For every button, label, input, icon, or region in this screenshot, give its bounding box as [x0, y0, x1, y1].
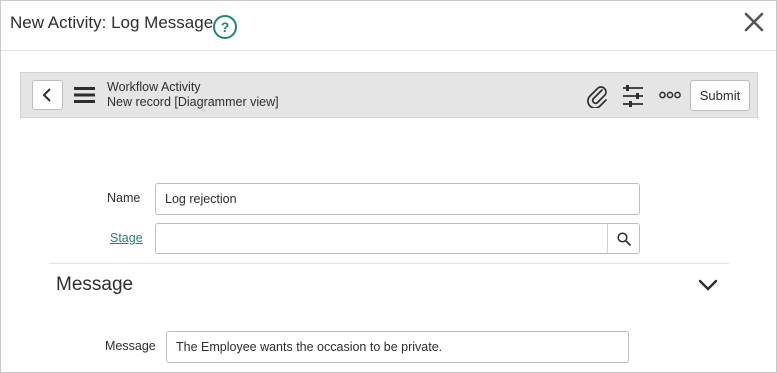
record-title: Workflow Activity [107, 80, 201, 94]
name-label: Name [107, 191, 141, 205]
stage-input[interactable] [155, 223, 608, 254]
stage-label-link[interactable]: Stage [110, 231, 143, 245]
submit-button[interactable]: Submit [690, 80, 750, 111]
back-button[interactable] [32, 80, 63, 110]
record-toolbar: Workflow Activity New record [Diagrammer… [20, 72, 758, 118]
help-icon[interactable]: ? [213, 15, 237, 39]
back-chevron-icon [42, 88, 51, 102]
record-subtitle: New record [Diagrammer view] [107, 95, 279, 109]
section-title: Message [56, 274, 134, 295]
message-input[interactable] [166, 331, 629, 363]
hamburger-menu-icon[interactable] [74, 86, 96, 104]
paperclip-icon[interactable] [587, 84, 609, 108]
more-options-icon[interactable] [659, 91, 681, 99]
modal-title: New Activity: Log Message [10, 13, 214, 32]
sliders-icon[interactable] [622, 85, 644, 107]
message-label: Message [105, 339, 156, 353]
name-input[interactable] [155, 183, 640, 215]
modal-window: New Activity: Log Message ? Workflow Act… [0, 0, 777, 373]
modal-header: New Activity: Log Message ? [1, 1, 776, 51]
close-icon[interactable] [743, 11, 765, 33]
chevron-down-icon[interactable] [698, 279, 718, 291]
stage-lookup-button[interactable] [607, 223, 640, 254]
search-icon [617, 232, 631, 246]
section-divider [49, 263, 729, 264]
